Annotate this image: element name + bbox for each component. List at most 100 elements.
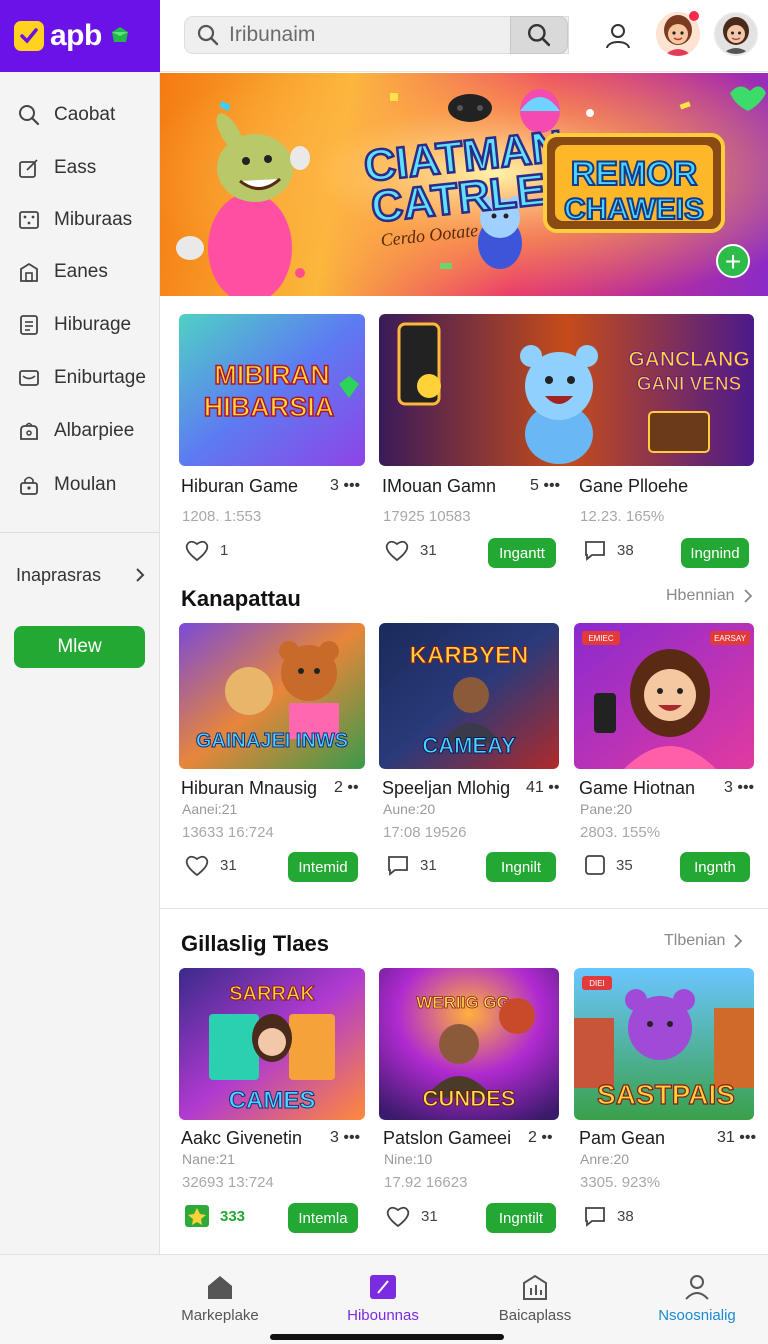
featured-card-1-thumbnail[interactable]: MIBIRAN HIBARSIA xyxy=(179,314,365,466)
game-card-title[interactable]: Speeljan Mlohig xyxy=(382,778,510,799)
game-card-thumbnail[interactable]: GAINAJEI INWS xyxy=(179,623,365,769)
score-value: 333 xyxy=(220,1207,246,1225)
game-card-title[interactable]: Hiburan Mnausig xyxy=(181,778,317,799)
game-card-more[interactable]: 2 •• xyxy=(528,1129,553,1147)
sidebar-item-caobat[interactable]: Caobat xyxy=(0,93,159,137)
section-divider xyxy=(160,908,768,909)
game-card-button[interactable]: Ingntilt xyxy=(486,1203,556,1233)
hero-sign-line2: CHAWEIS xyxy=(564,193,704,226)
nav-item-marketplace[interactable]: Markeplake xyxy=(150,1273,290,1324)
section-see-all-link[interactable]: Hbennian xyxy=(666,587,753,605)
sidebar-item-eniburtage[interactable]: Eniburtage xyxy=(0,356,159,400)
new-button[interactable]: Mlew xyxy=(14,626,145,668)
store-icon xyxy=(523,1274,547,1300)
game-card-art-text: GAINAJEI INWS xyxy=(196,730,348,752)
game-card-like[interactable]: 31 xyxy=(184,853,237,877)
sidebar-item-albarpiee[interactable]: Albarpiee xyxy=(0,409,159,453)
nav-item-nsoosnialig[interactable]: Nsoosnialig xyxy=(627,1273,767,1324)
heart-icon xyxy=(386,1206,410,1228)
avatar-user[interactable] xyxy=(714,12,758,56)
game-card-more[interactable]: 3 ••• xyxy=(724,779,754,797)
game-card-stats: 17:08 19526 xyxy=(383,824,467,841)
sidebar-item-label: Eanes xyxy=(54,261,108,282)
game-card-title[interactable]: Patslon Gameei xyxy=(383,1128,511,1149)
sidebar-more-link[interactable]: Inaprasras xyxy=(16,560,146,590)
heart-icon xyxy=(385,540,409,562)
nav-item-hibounnas[interactable]: Hibounnas xyxy=(313,1273,453,1324)
game-card-comment[interactable]: 31 xyxy=(386,853,437,877)
game-card-like[interactable]: 31 xyxy=(385,1204,438,1228)
search-input[interactable] xyxy=(229,23,529,47)
featured-card-3-title[interactable]: Gane Plloehe xyxy=(579,476,688,497)
sidebar: Caobat Eass Miburaas Eanes Hiburage Enib… xyxy=(0,72,160,1254)
game-card-button[interactable]: Ingnilt xyxy=(486,852,556,882)
section-title: Gillaslig Tlaes xyxy=(181,931,329,956)
hero-sign-line1: REMOR xyxy=(571,155,698,193)
game-card-save[interactable]: 35 xyxy=(584,854,633,876)
sidebar-item-miburaas[interactable]: Miburaas xyxy=(0,198,159,242)
sidebar-item-label: Moulan xyxy=(54,474,117,495)
featured-card-1-art-line1: MIBIRAN xyxy=(214,360,330,390)
nav-item-label: Baicaplass xyxy=(498,1307,572,1324)
game-card-comment[interactable]: 38 xyxy=(583,1204,634,1228)
chevron-right-icon xyxy=(743,589,752,603)
nav-item-baicaplass[interactable]: Baicaplass xyxy=(465,1273,605,1324)
game-card-thumbnail[interactable]: EMIEC EARSAY xyxy=(574,623,754,769)
featured-card-2-button[interactable]: Ingantt xyxy=(488,538,556,568)
profile-button[interactable] xyxy=(600,18,636,54)
game-card-title[interactable]: Game Hiotnan xyxy=(579,778,695,799)
featured-card-2-thumbnail[interactable]: GANCLANG GANI VENS xyxy=(379,314,754,466)
section-title: Kanapattau xyxy=(181,586,301,611)
mail-icon xyxy=(19,370,39,386)
game-card-more[interactable]: 3 ••• xyxy=(330,1129,360,1147)
hero-banner[interactable]: CIATMAN CATRLE Cerdo Ootate REMOR CHAWEI… xyxy=(160,73,768,296)
game-card-subtitle: Anre:20 xyxy=(580,1151,630,1167)
bag-icon xyxy=(20,422,38,440)
home-indicator xyxy=(270,1334,504,1340)
comment-count: 38 xyxy=(617,541,634,559)
featured-card-1-like[interactable]: 1 xyxy=(184,538,228,562)
game-card-button[interactable]: Intemid xyxy=(288,852,358,882)
game-card-more[interactable]: 31 ••• xyxy=(717,1129,756,1147)
featured-card-1-stats: 1208. 1:553 xyxy=(182,508,262,525)
game-card-thumbnail[interactable]: DIEI SASTPAIS xyxy=(574,968,754,1120)
game-card-badge: DIEI xyxy=(589,979,605,988)
section-see-all-link[interactable]: Tlbenian xyxy=(664,932,743,950)
game-card-stats: 3305. 923% xyxy=(580,1174,661,1191)
checkbox-icon xyxy=(585,855,605,875)
sidebar-item-moulan[interactable]: Moulan xyxy=(0,463,159,507)
app-logo[interactable]: apb xyxy=(0,0,160,72)
game-card-art-text: CAMEAY xyxy=(422,733,516,758)
featured-card-2-more[interactable]: 5 ••• xyxy=(530,477,560,495)
logo-check-icon xyxy=(14,21,44,51)
game-card-thumbnail[interactable]: SARRAK CAMES xyxy=(179,968,365,1120)
game-card-title[interactable]: Aakc Givenetin xyxy=(181,1128,302,1149)
featured-card-3-comment[interactable]: 38 xyxy=(583,538,634,562)
game-card-thumbnail[interactable]: KARBYEN CAMEAY xyxy=(379,623,559,769)
game-card-badge: EMIEC xyxy=(588,634,614,643)
game-card-title[interactable]: Pam Gean xyxy=(579,1128,665,1149)
game-card-button[interactable]: Ingnth xyxy=(680,852,750,882)
featured-card-1-title[interactable]: Hiburan Game xyxy=(181,476,298,497)
sidebar-item-eanes[interactable]: Eanes xyxy=(0,250,159,294)
game-card-button[interactable]: Intemla xyxy=(288,1203,358,1233)
like-count: 31 xyxy=(421,1207,438,1225)
featured-card-3-button[interactable]: Ingnind xyxy=(681,538,749,568)
game-card-art-text: CUNDES xyxy=(423,1086,516,1111)
featured-card-2-like[interactable]: 31 xyxy=(384,538,437,562)
game-card-thumbnail[interactable]: WERIIG GG CUNDES xyxy=(379,968,559,1120)
game-card-stats: 32693 13:724 xyxy=(182,1174,274,1191)
featured-card-2-art-line1: GANCLANG xyxy=(628,348,749,371)
sidebar-item-hiburage[interactable]: Hiburage xyxy=(0,303,159,347)
featured-card-1-more[interactable]: 3 ••• xyxy=(330,477,360,495)
logo-gem-icon xyxy=(111,27,128,42)
game-card-more[interactable]: 2 •• xyxy=(334,779,359,797)
game-card-more[interactable]: 41 •• xyxy=(526,779,559,797)
notification-dot xyxy=(689,11,699,21)
search-button[interactable] xyxy=(510,16,568,54)
like-count: 31 xyxy=(220,856,237,874)
featured-card-2-title[interactable]: IMouan Gamn xyxy=(382,476,496,497)
sidebar-item-eass[interactable]: Eass xyxy=(0,146,159,190)
hero-add-button[interactable]: + xyxy=(716,244,750,278)
game-card-art-top: KARBYEN xyxy=(410,642,529,669)
